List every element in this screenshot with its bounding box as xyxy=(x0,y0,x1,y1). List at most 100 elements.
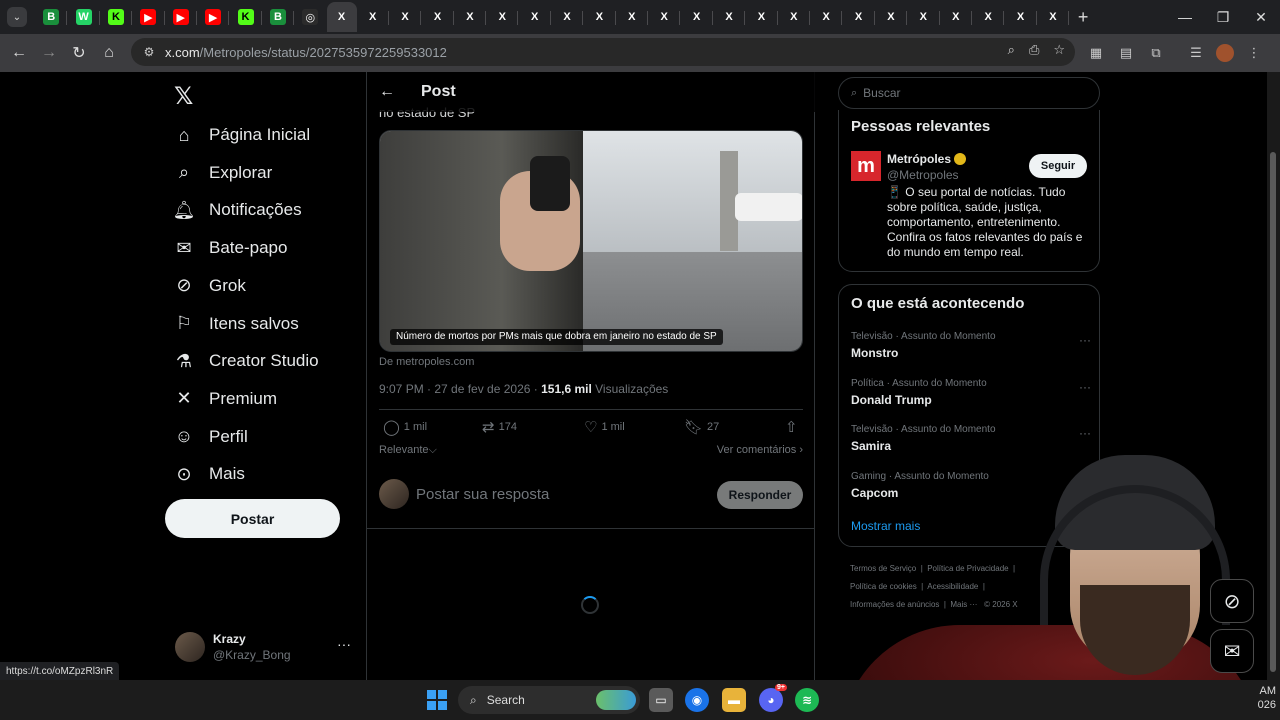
post-media-image[interactable]: Número de mortos por PMs mais que dobra … xyxy=(379,130,803,352)
browser-tab[interactable]: X xyxy=(357,2,389,32)
nav-item-grok[interactable]: ⊘ Grok xyxy=(173,271,245,301)
scrollbar[interactable] xyxy=(1267,72,1280,680)
back-icon[interactable]: ← xyxy=(4,38,34,68)
discord-taskbar-icon[interactable]: 9+ ◕ xyxy=(759,684,787,712)
browser-tab[interactable]: X xyxy=(810,2,843,32)
browser-tab[interactable]: X xyxy=(940,2,972,32)
metropoles-logo[interactable]: m xyxy=(851,151,881,181)
file-explorer-icon[interactable]: ▬ xyxy=(722,688,746,712)
nav-item-itens-salvos[interactable]: ⚐ Itens salvos xyxy=(173,309,299,339)
browser-tab[interactable]: B xyxy=(262,2,295,32)
browser-tab[interactable]: X xyxy=(326,2,357,32)
close-window-button[interactable]: ✕ xyxy=(1242,0,1280,34)
browser-tab[interactable]: X xyxy=(1037,2,1070,32)
repost-button[interactable]: ⇄ 174 xyxy=(482,418,517,436)
chrome-profile-avatar[interactable] xyxy=(1216,44,1234,62)
messages-fab-icon[interactable]: ✉ xyxy=(1210,629,1254,673)
browser-tab[interactable]: W xyxy=(67,2,100,32)
taskbar-search[interactable]: ⌕ Search xyxy=(458,686,640,714)
window-controls: — ❐ ✕ xyxy=(1166,0,1280,34)
browser-tab[interactable]: X xyxy=(551,2,584,32)
browser-tab[interactable]: X xyxy=(875,2,908,32)
new-tab-button[interactable]: + xyxy=(1069,7,1097,28)
more-dots-icon[interactable]: ··· xyxy=(1079,333,1091,347)
trend-item[interactable]: Política · Assunto do Momento Donald Trum… xyxy=(851,378,1091,414)
home-button-icon[interactable]: ⌂ xyxy=(94,38,124,68)
reply-input[interactable]: Postar sua resposta xyxy=(416,486,549,503)
like-button[interactable]: ♡ 1 mil xyxy=(584,418,625,436)
share-button[interactable]: ⇧ xyxy=(785,418,802,436)
browser-tab[interactable]: ▶ xyxy=(165,2,197,32)
browser-tab[interactable]: X xyxy=(745,2,778,32)
install-app-icon[interactable]: ⎙ xyxy=(1029,42,1039,58)
task-view-icon[interactable]: ▭ xyxy=(649,688,673,712)
browser-tab[interactable]: X xyxy=(486,2,519,32)
browser-tab[interactable]: K xyxy=(229,2,262,32)
reply-submit-button[interactable]: Responder xyxy=(717,481,803,509)
browser-tab[interactable]: X xyxy=(907,2,940,32)
browser-tab[interactable]: ▶ xyxy=(197,2,230,32)
puzzle-icon[interactable]: ⧉ xyxy=(1146,43,1166,63)
x-logo-icon[interactable]: 𝕏 xyxy=(174,82,193,111)
minimize-button[interactable]: — xyxy=(1166,0,1204,34)
sort-dropdown[interactable]: Relevante⌵ xyxy=(379,444,437,457)
nav-item-página-inicial[interactable]: ⌂ Página Inicial xyxy=(173,120,311,150)
nav-item-mais[interactable]: ⊙ Mais xyxy=(173,459,244,489)
browser-tab[interactable]: X xyxy=(680,2,713,32)
account-name[interactable]: Metrópoles xyxy=(887,152,967,166)
back-arrow-icon[interactable]: ← xyxy=(379,83,399,101)
browser-tab[interactable]: X xyxy=(583,2,616,32)
site-info-icon[interactable]: ⚙ xyxy=(137,45,161,59)
view-comments-link[interactable]: Ver comentários › xyxy=(717,444,803,456)
browser-tab[interactable]: X xyxy=(421,2,454,32)
reload-icon[interactable]: ↻ xyxy=(64,38,94,68)
nav-item-perfil[interactable]: ☺ Perfil xyxy=(173,422,248,452)
more-dots-icon[interactable]: ··· xyxy=(1079,380,1091,394)
grok-fab-icon[interactable]: ⊘ xyxy=(1210,579,1254,623)
extension-icon[interactable]: ▦ xyxy=(1086,43,1106,63)
nav-item-bate-papo[interactable]: ✉ Bate-papo xyxy=(173,233,287,263)
post-button[interactable]: Postar xyxy=(165,499,340,538)
bookmark-button[interactable]: 🔖︎ 27 xyxy=(684,418,719,436)
browser-tab[interactable]: X xyxy=(713,2,746,32)
search-input[interactable]: ⌕ Buscar xyxy=(838,77,1100,109)
url-field[interactable]: ⚙ x.com/Metropoles/status/20275359722595… xyxy=(131,38,1075,66)
browser-tab[interactable]: B xyxy=(35,2,68,32)
chrome-taskbar-icon[interactable]: ◉ xyxy=(685,688,709,712)
browser-tab[interactable]: X xyxy=(518,2,551,32)
nav-item-explorar[interactable]: ⌕ Explorar xyxy=(173,158,272,188)
system-clock[interactable]: AM 026 xyxy=(1246,684,1276,712)
link-source[interactable]: De metropoles.com xyxy=(379,356,474,368)
browser-tab[interactable]: X xyxy=(1004,2,1037,32)
spotify-taskbar-icon[interactable]: ≋ xyxy=(795,688,819,712)
browser-tab[interactable]: ◎ xyxy=(294,2,326,32)
nav-item-notificações[interactable]: 🔔︎ Notificações xyxy=(173,195,302,225)
extension-icon[interactable]: ▤ xyxy=(1116,43,1136,63)
chrome-menu-icon[interactable]: ⋮ xyxy=(1244,43,1264,63)
windows-start-icon[interactable] xyxy=(427,690,447,710)
more-dots-icon[interactable]: ··· xyxy=(1079,426,1091,440)
browser-tab[interactable]: X xyxy=(454,2,487,32)
browser-tab[interactable]: X xyxy=(389,2,422,32)
trend-item[interactable]: Televisão · Assunto do Momento Monstro ··· xyxy=(851,331,1091,367)
tab-favicon-icon: X xyxy=(660,11,668,23)
star-icon[interactable]: ☆ xyxy=(1053,42,1065,58)
forward-icon[interactable]: → xyxy=(34,38,64,68)
reading-list-icon[interactable]: ☰ xyxy=(1186,43,1206,63)
tab-search-button[interactable]: ⌄ xyxy=(7,7,27,27)
browser-tab[interactable]: X xyxy=(616,2,649,32)
account-switcher[interactable]: Krazy @Krazy_Bong ··· xyxy=(175,628,360,668)
zoom-icon[interactable]: ⌕ xyxy=(1008,42,1015,58)
nav-item-creator-studio[interactable]: ⚗ Creator Studio xyxy=(173,346,319,376)
reply-button[interactable]: ◯ 1 mil xyxy=(383,418,427,436)
more-dots-icon[interactable]: ··· xyxy=(337,636,351,652)
browser-tab[interactable]: X xyxy=(842,2,875,32)
browser-tab[interactable]: X xyxy=(648,2,681,32)
browser-tab[interactable]: X xyxy=(778,2,810,32)
browser-tab[interactable]: X xyxy=(972,2,1005,32)
browser-tab[interactable]: ▶ xyxy=(132,2,165,32)
restore-button[interactable]: ❐ xyxy=(1204,0,1242,34)
nav-item-premium[interactable]: ✕ Premium xyxy=(173,384,277,414)
browser-tab[interactable]: K xyxy=(100,2,133,32)
follow-button[interactable]: Seguir xyxy=(1029,154,1087,178)
